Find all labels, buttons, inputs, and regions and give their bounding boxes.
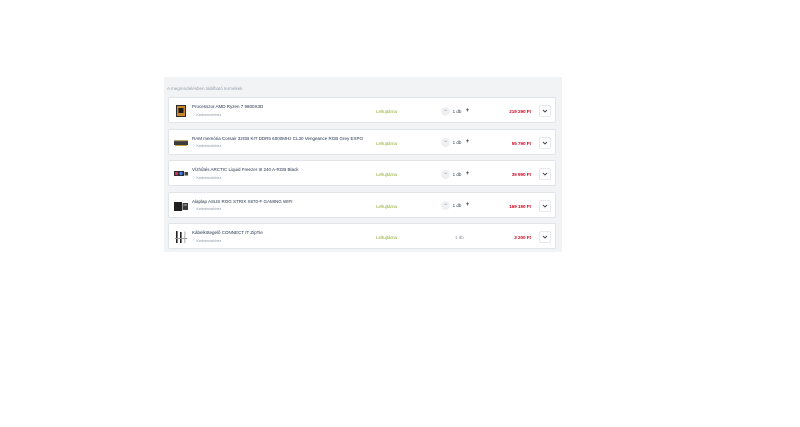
panel-caption: A megrendelésben található termékek: [167, 86, 243, 91]
expand-item-button[interactable]: [539, 231, 551, 243]
item-price: 219 290 Ft: [509, 109, 531, 114]
list-item: Kábelkötegelő CONNECT IT ZipTie ♡Kedvenc…: [168, 223, 556, 249]
chevron-down-icon: [542, 172, 548, 176]
liquid-cooler-icon[interactable]: [173, 166, 189, 182]
product-name-link[interactable]: Processzor AMD Ryzen 7 9800X3D: [192, 104, 263, 109]
product-name-link[interactable]: Vízhűtés ARCTIC Liquid Freezer III 240 A…: [192, 167, 299, 172]
chevron-down-icon: [542, 204, 548, 208]
expand-item-button[interactable]: [539, 105, 551, 117]
heart-icon: ♡: [192, 175, 196, 180]
list-item: RAM memória Corsair 32GB KIT DDR5 6000MH…: [168, 128, 556, 155]
item-price: 3 200 Ft: [514, 235, 531, 240]
product-name-link[interactable]: RAM memória Corsair 32GB KIT DDR5 6000MH…: [192, 136, 363, 141]
order-items-list: Processzor AMD Ryzen 7 9800X3D ♡Kedvence…: [168, 97, 556, 255]
product-name-link[interactable]: Alaplap ASUS ROG STRIX X870-F GAMING WIF…: [192, 199, 293, 204]
quantity-value: 1 db: [452, 171, 462, 177]
list-item: Alaplap ASUS ROG STRIX X870-F GAMING WIF…: [168, 191, 556, 218]
quantity-value: 1 db: [452, 140, 462, 145]
add-to-favorites-link[interactable]: ♡Kedvencekhez: [192, 175, 221, 180]
heart-icon: ♡: [192, 112, 196, 117]
increase-quantity-button[interactable]: +: [463, 170, 472, 179]
add-to-favorites-link[interactable]: ♡Kedvencekhez: [192, 206, 221, 211]
chevron-down-icon: [542, 141, 548, 145]
list-item: Processzor AMD Ryzen 7 9800X3D ♡Kedvence…: [168, 97, 556, 123]
decrease-quantity-button[interactable]: −: [441, 138, 450, 147]
zip-tie-icon[interactable]: [173, 229, 189, 245]
add-to-favorites-link[interactable]: ♡Kedvencekhez: [192, 112, 221, 117]
stock-status: Leltujtárna: [376, 172, 398, 177]
decrease-quantity-button[interactable]: −: [441, 106, 450, 116]
cpu-box-icon[interactable]: [173, 103, 189, 119]
stock-status: Leltujtárna: [376, 235, 398, 240]
heart-icon: ♡: [192, 238, 196, 243]
item-price: 35 990 Ft: [511, 172, 531, 177]
item-price: 169 190 Ft: [509, 203, 531, 209]
motherboard-box-icon[interactable]: [173, 198, 189, 214]
add-to-favorites-link[interactable]: ♡Kedvencekhez: [192, 143, 221, 148]
heart-icon: ♡: [192, 144, 196, 148]
order-items-panel: A megrendelésben található termékek Proc…: [164, 77, 562, 252]
expand-item-button[interactable]: [539, 168, 551, 180]
expand-item-button[interactable]: [539, 136, 551, 149]
item-price: 55 790 Ft: [511, 140, 531, 146]
chevron-down-icon: [542, 235, 548, 239]
increase-quantity-button[interactable]: +: [463, 201, 472, 210]
product-name-link[interactable]: Kábelkötegelő CONNECT IT ZipTie: [192, 230, 263, 235]
ram-module-icon[interactable]: [173, 135, 189, 151]
add-to-favorites-link[interactable]: ♡Kedvencekhez: [192, 238, 221, 243]
increase-quantity-button[interactable]: +: [463, 107, 472, 116]
chevron-down-icon: [542, 109, 548, 113]
list-item: Vízhűtés ARCTIC Liquid Freezer III 240 A…: [168, 160, 556, 186]
stock-status: Leltujtárna: [376, 140, 398, 146]
quantity-value: 1 db: [455, 235, 464, 240]
quantity-value: 1 db: [452, 108, 462, 114]
stock-status: Leltujtárna: [376, 203, 398, 209]
expand-item-button[interactable]: [539, 199, 551, 212]
decrease-quantity-button[interactable]: −: [441, 169, 450, 179]
heart-icon: ♡: [192, 207, 196, 211]
increase-quantity-button[interactable]: +: [463, 138, 472, 147]
decrease-quantity-button[interactable]: −: [441, 201, 450, 210]
quantity-value: 1 db: [452, 203, 462, 208]
stock-status: Leltujtárna: [376, 109, 398, 114]
